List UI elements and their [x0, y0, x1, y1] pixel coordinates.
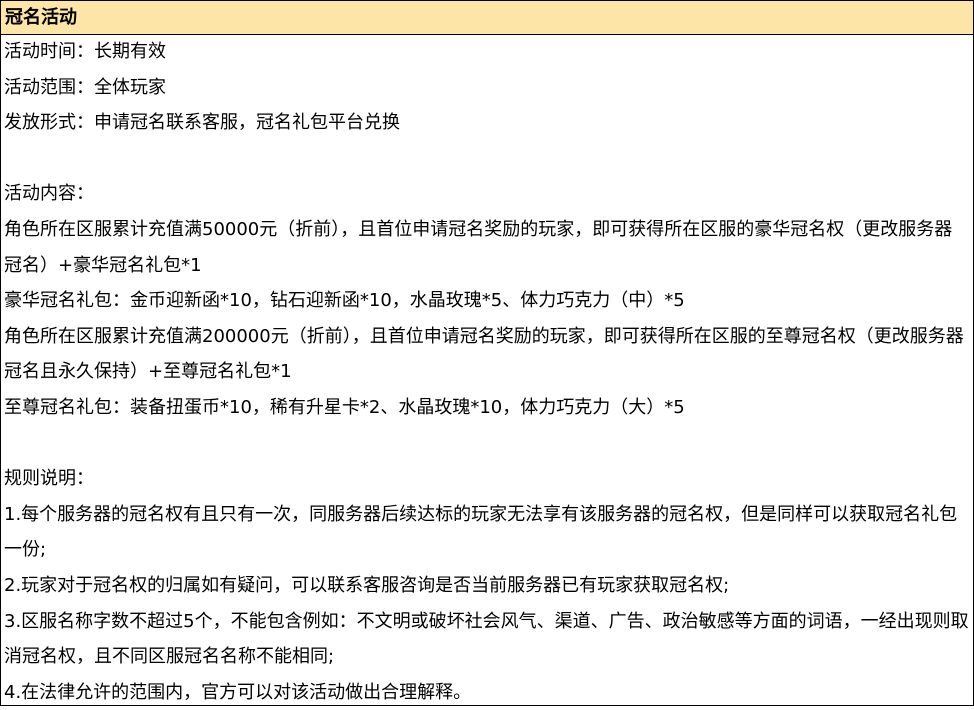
text-line-supreme-condition: 角色所在区服累计充值满200000元（折前），且首位申请冠名奖励的玩家，即可获得…: [4, 325, 964, 383]
text-line-rule-4: 4.在法律允许的范围内，官方可以对该活动做出合理解释。: [4, 681, 472, 703]
text-line-rule-1: 1.每个服务器的冠名权有且只有一次，同服务器后续达标的玩家无法享有该服务器的冠名…: [4, 503, 958, 561]
text-line-delivery: 发放形式：申请冠名联系客服，冠名礼包平台兑换: [4, 112, 400, 134]
text-line-rule-3: 3.区服名称字数不超过5个，不能包含例如：不文明或破坏社会风气、渠道、广告、政治…: [4, 610, 969, 668]
activity-title: 冠名活动: [1, 1, 973, 35]
text-line-luxury-condition: 角色所在区服累计充值满50000元（折前），且首位申请冠名奖励的玩家，即可获得所…: [4, 218, 953, 276]
text-line-rule-2: 2.玩家对于冠名权的归属如有疑问，可以联系客服咨询是否当前服务器已有玩家获取冠名…: [4, 574, 730, 596]
text-line-scope: 活动范围：全体玩家: [4, 76, 166, 98]
text-line-content-heading: 活动内容：: [4, 183, 94, 205]
activity-content: 活动时间：长期有效 活动范围：全体玩家 发放形式：申请冠名联系客服，冠名礼包平台…: [1, 34, 973, 710]
text-line-luxury-pack: 豪华冠名礼包：金币迎新函*10，钻石迎新函*10，水晶玫瑰*5、体力巧克力（中）…: [4, 290, 685, 312]
text-line-rules-heading: 规则说明：: [4, 468, 94, 490]
activity-sheet: 冠名活动 活动时间：长期有效 活动范围：全体玩家 发放形式：申请冠名联系客服，冠…: [0, 0, 974, 706]
text-line-time: 活动时间：长期有效: [4, 41, 166, 62]
text-line-supreme-pack: 至尊冠名礼包：装备扭蛋币*10，稀有升星卡*2、水晶玫瑰*10，体力巧克力（大）…: [4, 396, 685, 418]
